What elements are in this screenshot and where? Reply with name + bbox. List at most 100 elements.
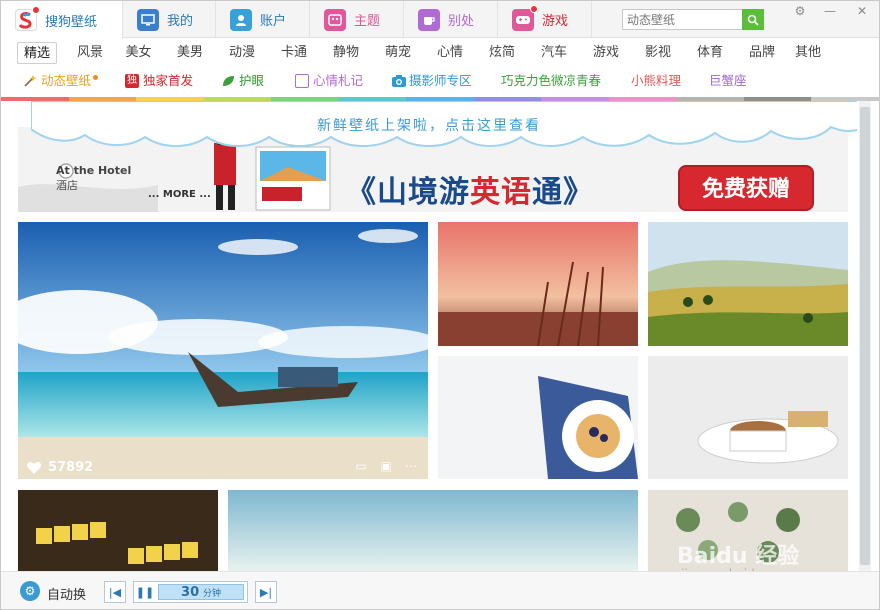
wallpaper-tile-reeds[interactable] <box>438 222 638 346</box>
feature-photographer-zone[interactable]: 摄影师专区 <box>391 71 472 91</box>
tab-sogou-wallpaper[interactable]: 搜狗壁纸 <box>1 1 123 39</box>
wallpaper-tile-tea[interactable] <box>648 356 848 479</box>
category-cartoon[interactable]: 卡通 <box>268 42 320 64</box>
bottom-control-bar: ⚙ 自动换 |◀ ❚❚ 30 分钟 ▶| <box>1 571 879 609</box>
ellipsis-icon: ⋯ <box>405 459 417 473</box>
wallpaper-tile-beach[interactable]: 57892 ▭ ▣ ⋯ <box>18 222 428 479</box>
feature-label: 巨蟹座 <box>709 73 747 88</box>
feature-bear-cooking[interactable]: 小熊料理 <box>631 71 681 91</box>
tuscany-image <box>648 222 848 346</box>
beach-image <box>18 222 428 479</box>
feature-exclusive[interactable]: 独 独家首发 <box>125 71 193 91</box>
close-icon: ✕ <box>856 4 868 18</box>
auto-switch-label[interactable]: 自动换 <box>47 584 86 603</box>
wallpaper-grid: At the Hotel 酒店 ... MORE ... 《山境游英语通》 免费… <box>1 101 857 571</box>
pause-icon: ❚❚ <box>135 585 155 599</box>
feature-mood-notes[interactable]: 心情札记 <box>295 71 363 91</box>
tab-label: 别处 <box>448 14 475 29</box>
close-button[interactable]: ✕ <box>853 3 871 19</box>
tab-games[interactable]: 游戏 <box>498 1 592 38</box>
search-icon <box>747 14 759 26</box>
minimize-icon: — <box>824 4 836 18</box>
scrollbar-thumb[interactable] <box>860 107 870 565</box>
switch-interval-control: ❚❚ 30 分钟 <box>133 581 248 603</box>
gamepad-icon <box>512 4 538 31</box>
tea-image <box>648 356 848 479</box>
next-button[interactable]: ▶| <box>255 581 277 603</box>
theme-icon <box>324 8 346 31</box>
more-link[interactable]: ... MORE ... <box>148 189 211 200</box>
category-handsome[interactable]: 美男 <box>164 42 216 64</box>
comment-button[interactable]: ▣ <box>375 457 397 475</box>
category-brands[interactable]: 品牌 <box>736 42 788 64</box>
set-wallpaper-button[interactable]: ▭ <box>350 457 372 475</box>
tile-actions: ▭ ▣ ⋯ <box>347 457 422 475</box>
top-tab-bar: 搜狗壁纸 我的 账户 主题 别处 游戏 动态壁纸 ⚙ — ✕ <box>1 1 879 39</box>
sky-image <box>228 490 638 571</box>
pause-button[interactable]: ❚❚ <box>135 584 155 600</box>
minimize-button[interactable]: — <box>821 3 839 19</box>
tab-theme[interactable]: 主题 <box>310 1 404 38</box>
auto-switch-icon[interactable]: ⚙ <box>20 581 40 601</box>
heart-icon <box>26 461 42 474</box>
search-input[interactable] <box>623 10 741 29</box>
like-counter[interactable]: 57892 <box>26 460 93 475</box>
camera-icon <box>391 74 406 88</box>
feature-label: 独家首发 <box>143 73 194 88</box>
notification-dot <box>32 6 40 14</box>
feature-label: 动态壁纸 <box>41 73 92 88</box>
tab-elsewhere[interactable]: 别处 <box>404 1 498 38</box>
scrollbar[interactable] <box>859 101 871 571</box>
gear-icon: ⚙ <box>794 4 806 18</box>
hotel-chinese: 酒店 <box>56 179 78 192</box>
category-pets[interactable]: 萌宠 <box>372 42 424 64</box>
search-box <box>622 9 764 30</box>
category-other[interactable]: 其他 <box>788 42 828 64</box>
more-options-button[interactable]: ⋯ <box>400 457 422 475</box>
previous-button[interactable]: |◀ <box>104 581 126 603</box>
category-still-life[interactable]: 静物 <box>320 42 372 64</box>
tab-account[interactable]: 账户 <box>216 1 310 38</box>
magic-wand-icon <box>23 74 37 88</box>
feature-eye-care[interactable]: 护眼 <box>221 71 264 91</box>
feature-label: 护眼 <box>239 73 265 88</box>
tab-label: 主题 <box>354 14 381 29</box>
cloud-notice-text[interactable]: 新鲜壁纸上架啦，点击这里查看 <box>317 115 541 135</box>
category-scenery[interactable]: 风景 <box>67 42 113 64</box>
tab-mine[interactable]: 我的 <box>123 1 216 38</box>
free-gift-button[interactable]: 免费获赠 <box>678 165 814 211</box>
category-mood[interactable]: 心情 <box>424 42 476 64</box>
category-beauty[interactable]: 美女 <box>113 42 164 64</box>
category-sports[interactable]: 体育 <box>684 42 736 64</box>
tile-info-bar: 57892 ▭ ▣ ⋯ <box>18 453 428 479</box>
wallpaper-tile-good-morning[interactable] <box>18 490 218 571</box>
wallpaper-tile-sky[interactable] <box>228 490 638 571</box>
watermark-logo: Baidu 经验 <box>677 544 800 569</box>
tab-label: 搜狗壁纸 <box>45 14 98 30</box>
skip-back-icon: |◀ <box>108 585 122 599</box>
feature-dynamic-wallpaper[interactable]: 动态壁纸 <box>23 71 99 91</box>
feature-chocolate-youth[interactable]: 巧克力色微凉青春 <box>501 71 601 91</box>
banner-title-highlight: 英语 <box>470 175 532 210</box>
category-cool[interactable]: 炫简 <box>476 42 528 64</box>
interval-display[interactable]: 30 分钟 <box>158 584 244 600</box>
category-games[interactable]: 游戏 <box>580 42 632 64</box>
category-cars[interactable]: 汽车 <box>528 42 580 64</box>
skip-forward-icon: ▶| <box>259 585 273 599</box>
category-nav: 精选 风景 美女 美男 动漫 卡通 静物 萌宠 心情 炫简 汽车 游戏 影视 体… <box>17 42 828 64</box>
feature-label: 小熊料理 <box>631 73 682 88</box>
feature-cancer-sign[interactable]: 巨蟹座 <box>709 71 747 91</box>
banner-title: 《山境游英语通》 <box>346 167 594 211</box>
wallpaper-tile-tuscany[interactable] <box>648 222 848 346</box>
category-movies[interactable]: 影视 <box>632 42 684 64</box>
exclusive-icon: 独 <box>125 74 139 88</box>
wallpaper-tile-pancakes[interactable] <box>438 356 638 479</box>
settings-button[interactable]: ⚙ <box>791 3 809 19</box>
search-button[interactable] <box>742 9 764 30</box>
sogou-logo-icon <box>15 6 40 31</box>
hotel-caption: At the Hotel 酒店 <box>56 163 131 193</box>
category-featured[interactable]: 精选 <box>17 42 57 64</box>
new-dot <box>93 74 99 80</box>
hotel-english: At the Hotel <box>56 164 132 177</box>
category-anime[interactable]: 动漫 <box>216 42 268 64</box>
